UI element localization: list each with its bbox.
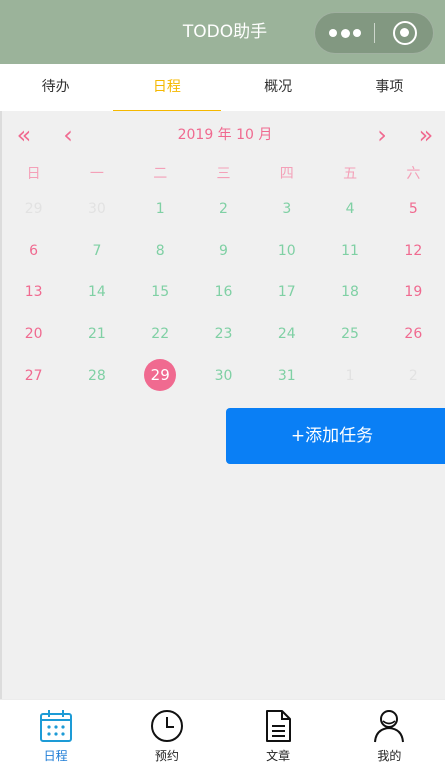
calendar-day[interactable]: 13 bbox=[2, 271, 65, 313]
calendar-nav: « ‹ 2019 年 10 月 › » bbox=[0, 118, 445, 152]
calendar-day[interactable]: 4 bbox=[318, 188, 381, 230]
calendar-day[interactable]: 30 bbox=[65, 188, 128, 230]
calendar-day[interactable]: 19 bbox=[382, 271, 445, 313]
tab-bar: 待办 日程 概况 事项 bbox=[0, 64, 445, 111]
calendar-week: 6 7 8 9 10 11 12 bbox=[2, 230, 445, 272]
calendar-day[interactable]: 21 bbox=[65, 313, 128, 355]
clock-icon bbox=[150, 710, 183, 742]
document-icon bbox=[266, 710, 292, 742]
header: TODO助手 bbox=[0, 0, 445, 64]
calendar-day[interactable]: 28 bbox=[65, 355, 128, 397]
tab-schedule[interactable]: 日程 bbox=[111, 64, 222, 111]
calendar-icon bbox=[39, 710, 72, 742]
weekday-label: 四 bbox=[279, 166, 294, 182]
add-task-button[interactable]: +添加任务 bbox=[226, 408, 445, 464]
calendar-day[interactable]: 25 bbox=[318, 313, 381, 355]
tab-todo[interactable]: 待办 bbox=[0, 64, 111, 111]
weekday-label: 六 bbox=[406, 166, 421, 182]
bottom-nav-label: 我的 bbox=[377, 749, 402, 763]
calendar-week: 13 14 15 16 17 18 19 bbox=[2, 271, 445, 313]
bottom-nav-label: 预约 bbox=[154, 749, 179, 763]
bottom-nav-articles[interactable]: 文章 bbox=[223, 700, 334, 767]
calendar-day[interactable]: 2 bbox=[192, 188, 255, 230]
tab-items[interactable]: 事项 bbox=[334, 64, 445, 111]
calendar-day[interactable]: 14 bbox=[65, 271, 128, 313]
calendar-day[interactable]: 16 bbox=[192, 271, 255, 313]
calendar-day[interactable]: 17 bbox=[255, 271, 318, 313]
calendar-day[interactable]: 9 bbox=[192, 230, 255, 272]
weekday-header: 日 一 二 三 四 五 六 bbox=[2, 160, 445, 188]
calendar-day-today[interactable]: 29 bbox=[129, 355, 192, 397]
calendar-day[interactable]: 27 bbox=[2, 355, 65, 397]
weekday-label: 二 bbox=[153, 166, 168, 182]
calendar-day[interactable]: 10 bbox=[255, 230, 318, 272]
calendar-day[interactable]: 31 bbox=[255, 355, 318, 397]
close-target-icon[interactable] bbox=[393, 21, 417, 45]
miniprogram-capsule bbox=[314, 12, 434, 54]
calendar-day[interactable]: 11 bbox=[318, 230, 381, 272]
bottom-nav-profile[interactable]: 我的 bbox=[334, 700, 445, 767]
calendar-week: 29 30 1 2 3 4 5 bbox=[2, 188, 445, 230]
weekday-label: 日 bbox=[26, 166, 41, 182]
bottom-nav: 日程 预约 文章 我的 bbox=[0, 699, 445, 767]
calendar-day[interactable]: 8 bbox=[129, 230, 192, 272]
calendar-day[interactable]: 20 bbox=[2, 313, 65, 355]
weekday-label: 一 bbox=[89, 166, 104, 182]
calendar-day[interactable]: 26 bbox=[382, 313, 445, 355]
calendar-day[interactable]: 1 bbox=[129, 188, 192, 230]
tab-overview[interactable]: 概况 bbox=[223, 64, 334, 111]
next-month-button[interactable]: › bbox=[367, 118, 397, 152]
bottom-nav-label: 文章 bbox=[266, 749, 291, 763]
calendar-week: 27 28 29 30 31 1 2 bbox=[2, 355, 445, 397]
calendar-day[interactable]: 18 bbox=[318, 271, 381, 313]
calendar-day[interactable]: 29 bbox=[2, 188, 65, 230]
calendar-day[interactable]: 3 bbox=[255, 188, 318, 230]
calendar-day[interactable]: 2 bbox=[382, 355, 445, 397]
more-icon[interactable] bbox=[329, 13, 361, 53]
calendar-day[interactable]: 5 bbox=[382, 188, 445, 230]
calendar-day[interactable]: 7 bbox=[65, 230, 128, 272]
capsule-divider bbox=[374, 23, 375, 43]
calendar-day[interactable]: 1 bbox=[318, 355, 381, 397]
bottom-nav-label: 日程 bbox=[43, 749, 68, 763]
calendar-day[interactable]: 15 bbox=[129, 271, 192, 313]
calendar-day[interactable]: 23 bbox=[192, 313, 255, 355]
user-icon bbox=[374, 710, 405, 743]
next-year-button[interactable]: » bbox=[411, 118, 441, 152]
calendar-day[interactable]: 22 bbox=[129, 313, 192, 355]
calendar-day[interactable]: 12 bbox=[382, 230, 445, 272]
calendar-day[interactable]: 30 bbox=[192, 355, 255, 397]
weekday-label: 五 bbox=[343, 166, 358, 182]
today-marker: 29 bbox=[144, 359, 177, 391]
bottom-nav-schedule[interactable]: 日程 bbox=[0, 700, 111, 767]
calendar-day[interactable]: 6 bbox=[2, 230, 65, 272]
weekday-label: 三 bbox=[216, 166, 231, 182]
bottom-nav-booking[interactable]: 预约 bbox=[111, 700, 222, 767]
calendar-week: 20 21 22 23 24 25 26 bbox=[2, 313, 445, 355]
calendar-day[interactable]: 24 bbox=[255, 313, 318, 355]
